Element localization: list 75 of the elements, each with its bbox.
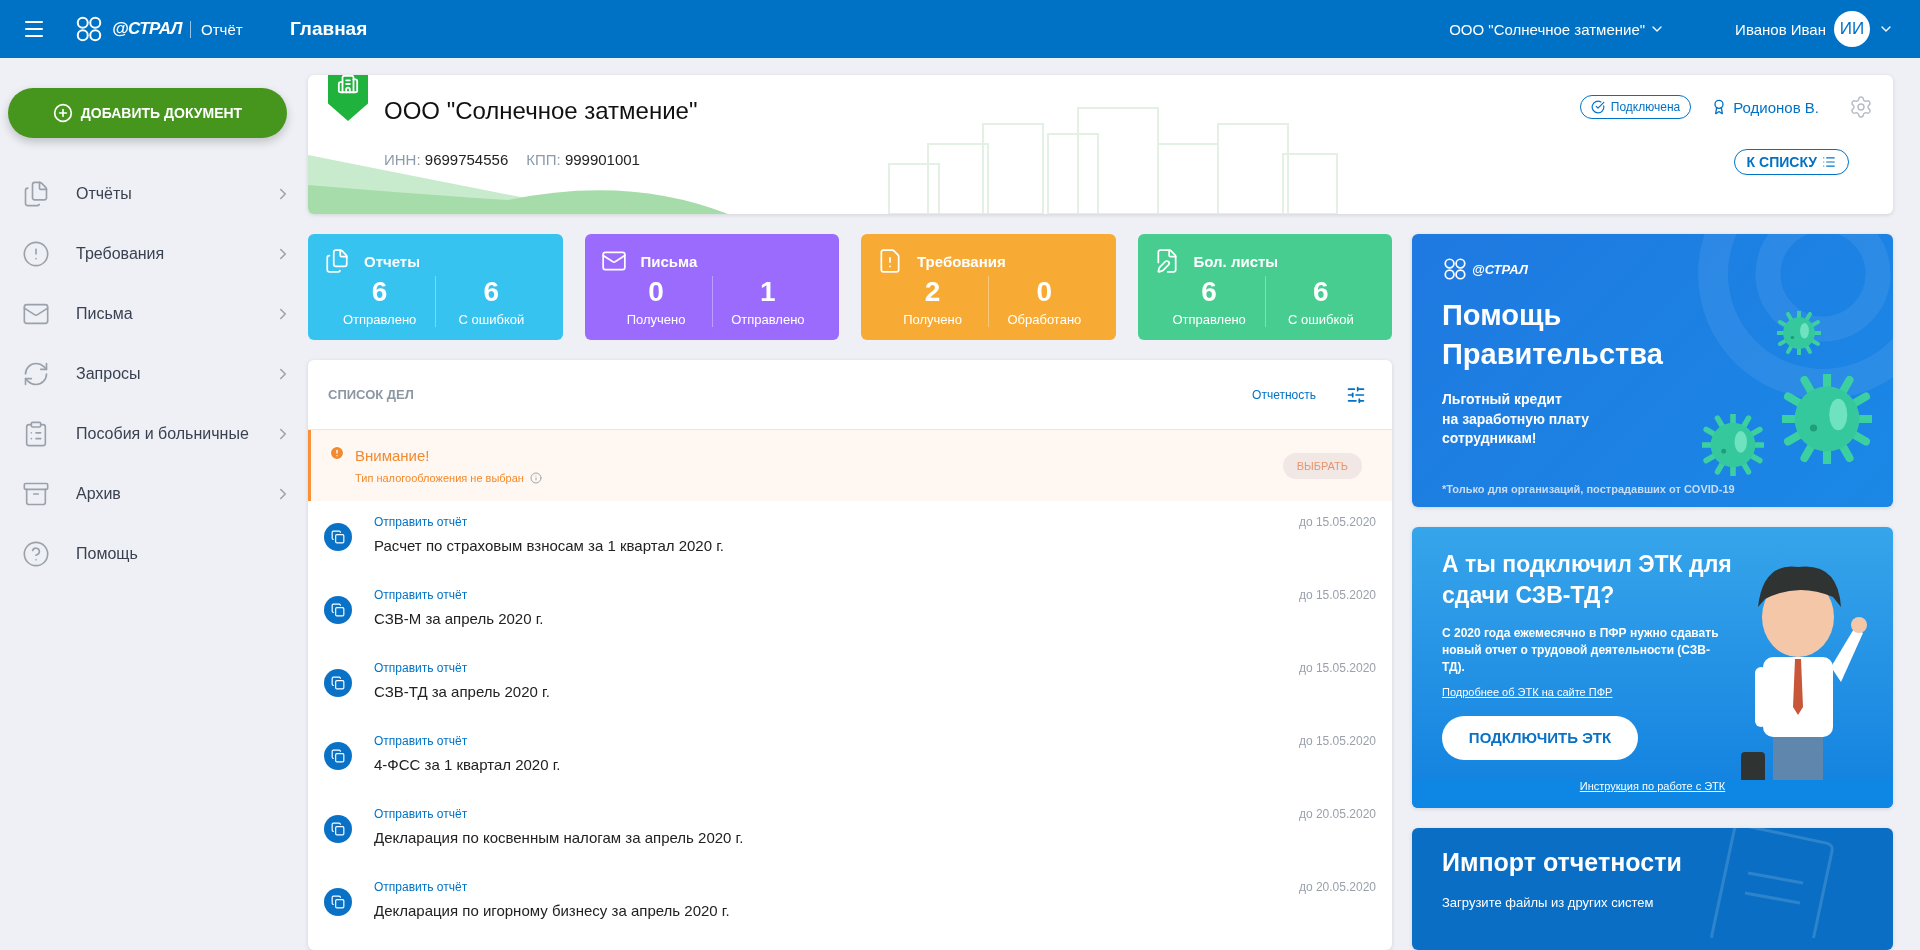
action-link[interactable]: Отправить отчёт [374, 661, 468, 675]
stat-value: 6 [1313, 276, 1329, 308]
sidebar-item[interactable]: Запросы [8, 344, 292, 404]
add-document-button[interactable]: ДОБАВИТЬ ДОКУМЕНТ [8, 88, 287, 138]
connect-button[interactable]: ПОДКЛЮЧИТЬ ЭТК [1442, 715, 1638, 760]
sidebar-item[interactable]: Пособия и больничные [8, 404, 292, 464]
stat-value: 0 [1036, 276, 1053, 308]
action-link[interactable]: Отправить отчёт [374, 515, 468, 529]
organization-selector[interactable]: ООО "Солнечное затмение" [1443, 19, 1672, 39]
deadline: до 20.05.2020 [1298, 807, 1376, 823]
inn-label: ИНН: [384, 151, 421, 168]
promo-note: *Только для организаций, пострадавших от COVID-19 [1442, 483, 1736, 496]
instruction-link[interactable]: Инструкция по работе с ЭТК [1579, 780, 1726, 793]
pfr-link[interactable]: Подробнее об ЭТК на сайте ПФР [1442, 685, 1613, 698]
warning-title: Внимание! [355, 447, 431, 464]
task-name: Расчет по страховым взносам за 1 квартал 2020 г. [374, 537, 726, 554]
to-list-button[interactable]: К СПИСКУ [1733, 149, 1849, 175]
stat-value: 1 [760, 276, 776, 308]
promo-text: Льготный кредит на заработную плату сотрудникам! [1442, 390, 1590, 449]
filter-link[interactable]: Отчетность [1252, 387, 1316, 402]
promo-card[interactable]: @СТРАЛ Помощь Правительства Льготный кредит на заработную плату сотрудникам! *Только для организаций, пострадавших от COVID-19 [1412, 234, 1893, 508]
deadline: до 15.05.2020 [1298, 515, 1376, 531]
sidebar-item[interactable]: Архив [8, 464, 292, 524]
stat-value: 6 [483, 276, 500, 308]
stat-label: Отправлено [342, 312, 417, 327]
stat-label: Получено [626, 312, 686, 327]
action-link[interactable]: Отправить отчёт [374, 880, 468, 894]
kpp-value: 999901001 [564, 151, 640, 168]
action-link[interactable]: Отправить отчёт [374, 734, 468, 748]
stat-card[interactable]: Письма 0 Получено 1 Отправлено [584, 234, 839, 340]
sidebar-item[interactable]: Отчёты [8, 164, 292, 224]
stat-label: Обработано [1007, 312, 1082, 327]
stat-value: 0 [648, 276, 664, 308]
promo-title: А ты подключил ЭТК для сдачи СЗВ-ТД? [1442, 550, 1733, 611]
stat-value: 6 [1201, 276, 1217, 308]
task-name: СЗВ-М за апрель 2020 г. [374, 610, 545, 627]
stat-value: 2 [924, 276, 941, 308]
page-title: Главная [290, 18, 369, 40]
stat-label: Получено [903, 312, 962, 327]
promo-text: С 2020 года ежемесячно в ПФР нужно сдавать новый отчет о трудовой деятельности (СЗВ-ТД). [1442, 625, 1720, 676]
sidebar-item[interactable]: Письма [8, 284, 292, 344]
kpp-label: КПП: [526, 151, 561, 168]
deadline: до 15.05.2020 [1298, 661, 1376, 677]
stat-label: Отправлено [1172, 312, 1246, 327]
todo-title: СПИСОК ДЕЛ [328, 387, 415, 402]
stat-label: С ошибкой [458, 312, 525, 327]
sidebar-item[interactable]: Требования [8, 224, 292, 284]
stat-title: Отчеты [364, 252, 421, 270]
brand-name: @СТРАЛ [1472, 261, 1528, 277]
stat-value: 6 [371, 276, 388, 308]
user-menu[interactable]: Иванов Иван ИИ [1729, 10, 1900, 48]
inn-value: 9699754556 [424, 151, 509, 168]
app-name: Отчёт [190, 20, 243, 38]
task-name: Декларация по косвенным налогам за апрель 2020 г. [374, 829, 745, 846]
company-name: ООО "Солнечное затмение" [384, 97, 699, 125]
promo-title: Помощь Правительства [1442, 298, 1664, 373]
warning-text: Тип налогообложения не выбран [355, 472, 524, 484]
brand-name: @СТРАЛ [112, 19, 183, 39]
stat-title: Требования [917, 252, 1006, 270]
stat-label: Отправлено [731, 312, 805, 327]
task-name: Декларация по игорному бизнесу за апрель 2020 г. [374, 902, 731, 919]
stat-title: Бол. листы [1193, 252, 1279, 270]
signer-link[interactable]: Родионов В. [1711, 98, 1819, 116]
task-name: 4-ФСС за 1 квартал 2020 г. [374, 756, 562, 773]
deadline: до 15.05.2020 [1298, 588, 1376, 604]
action-link[interactable]: Отправить отчёт [374, 807, 468, 821]
promo-text: Загрузите файлы из других систем [1442, 894, 1655, 913]
sidebar-item[interactable]: Помощь [8, 524, 292, 584]
action-link[interactable]: Отправить отчёт [374, 588, 468, 602]
stat-label: С ошибкой [1288, 312, 1354, 327]
deadline: до 15.05.2020 [1298, 734, 1376, 750]
promo-title: Импорт отчетности [1442, 847, 1683, 879]
deadline: до 20.05.2020 [1298, 880, 1376, 896]
stat-title: Письма [640, 252, 698, 270]
task-name: СЗВ-ТД за апрель 2020 г. [374, 683, 551, 700]
